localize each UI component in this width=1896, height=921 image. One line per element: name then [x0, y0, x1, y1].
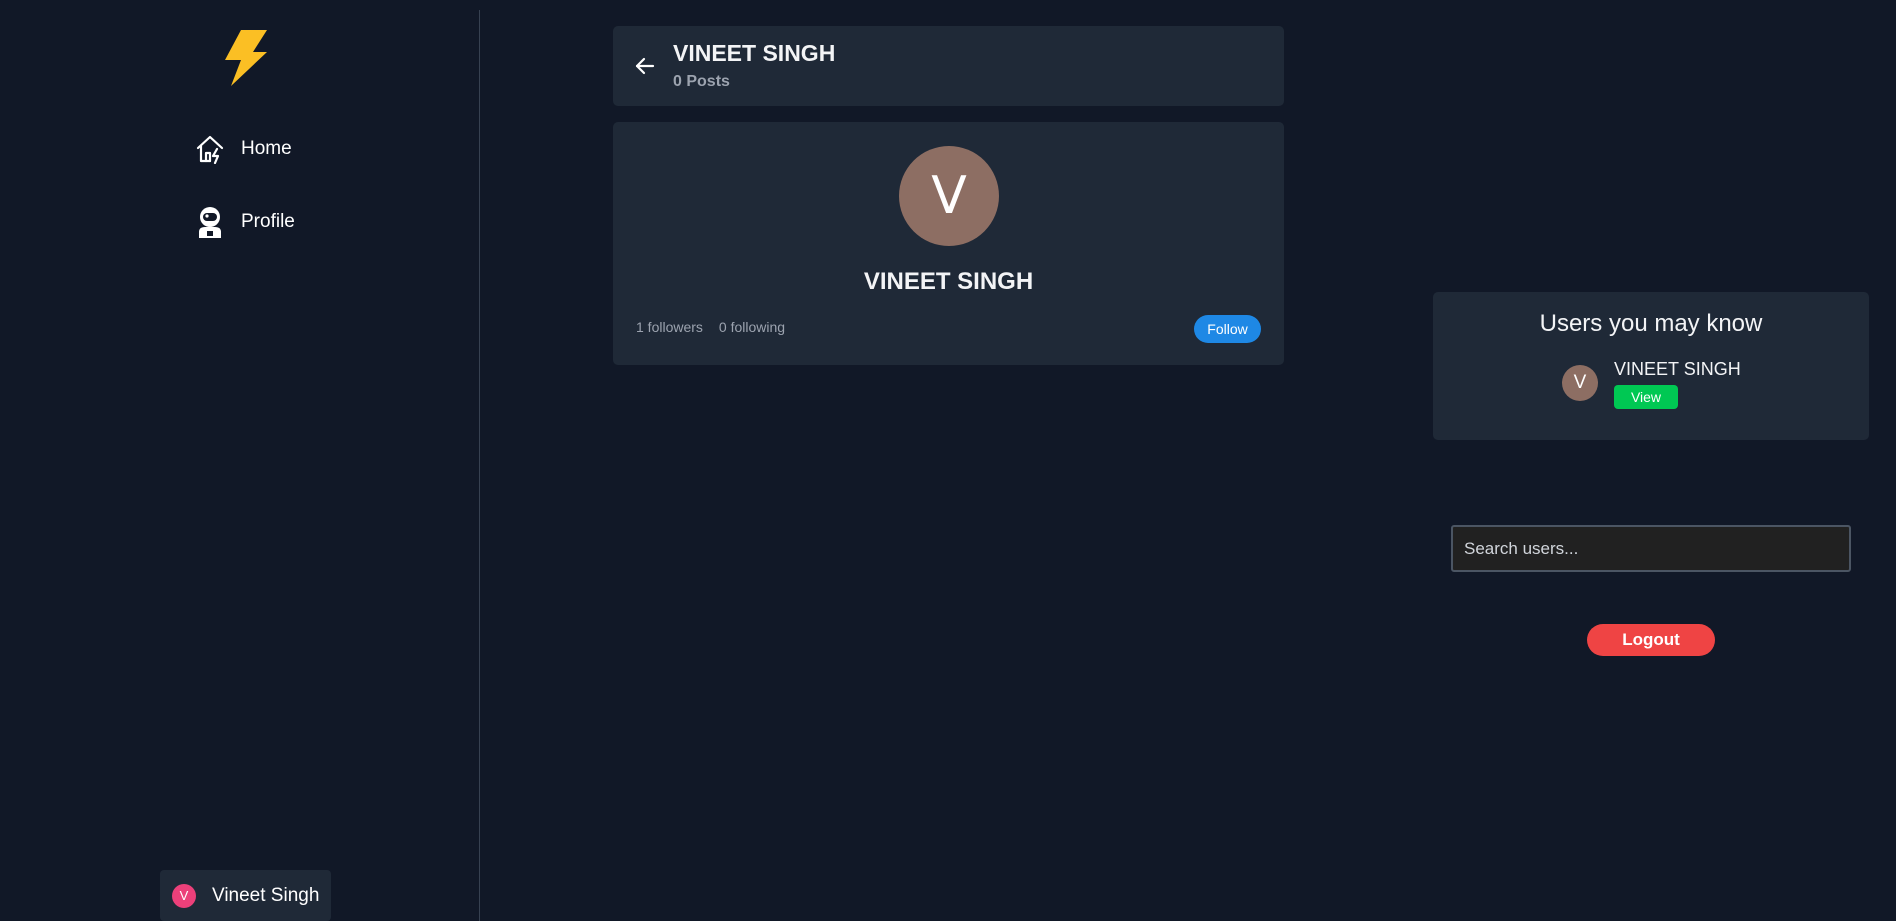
nav-home-label: Home — [241, 138, 292, 159]
view-user-button[interactable]: View — [1614, 385, 1678, 409]
arrow-left-icon[interactable] — [631, 52, 659, 80]
following-count[interactable]: 0 following — [719, 319, 785, 335]
follow-button[interactable]: Follow — [1194, 315, 1261, 343]
logout-button[interactable]: Logout — [1587, 624, 1715, 656]
nav-profile-label: Profile — [241, 211, 295, 232]
nav-home[interactable]: Home — [193, 132, 292, 166]
account-name: Vineet Singh — [212, 884, 320, 906]
account-avatar: V — [172, 883, 196, 908]
account-chip[interactable]: V Vineet Singh — [160, 870, 331, 921]
followers-count[interactable]: 1 followers — [636, 319, 703, 335]
profile-stats: 1 followers 0 following — [636, 319, 785, 335]
sidebar: Home Profile V Vineet Singh — [0, 0, 479, 921]
sidebar-divider — [479, 10, 480, 921]
suggested-user-avatar: V — [1562, 365, 1598, 401]
suggestions-title: Users you may know — [1539, 310, 1763, 337]
profile-name: VINEET SINGH — [863, 268, 1034, 295]
profile-header: VINEET SINGH 0 Posts — [613, 26, 1284, 106]
nav-profile[interactable]: Profile — [193, 205, 295, 239]
suggestions-card: Users you may know V VINEET SINGH View — [1433, 292, 1869, 440]
header-posts-count: 0 Posts — [673, 73, 730, 90]
profile-avatar: V — [899, 146, 999, 246]
lightning-bolt-icon[interactable] — [221, 30, 271, 86]
profile-card: V VINEET SINGH 1 followers 0 following F… — [613, 122, 1284, 365]
home-bolt-icon — [193, 132, 227, 166]
search-users-input[interactable] — [1451, 525, 1851, 572]
suggested-user-name: VINEET SINGH — [1614, 359, 1741, 379]
astronaut-icon — [193, 205, 227, 239]
header-name: VINEET SINGH — [673, 40, 836, 66]
